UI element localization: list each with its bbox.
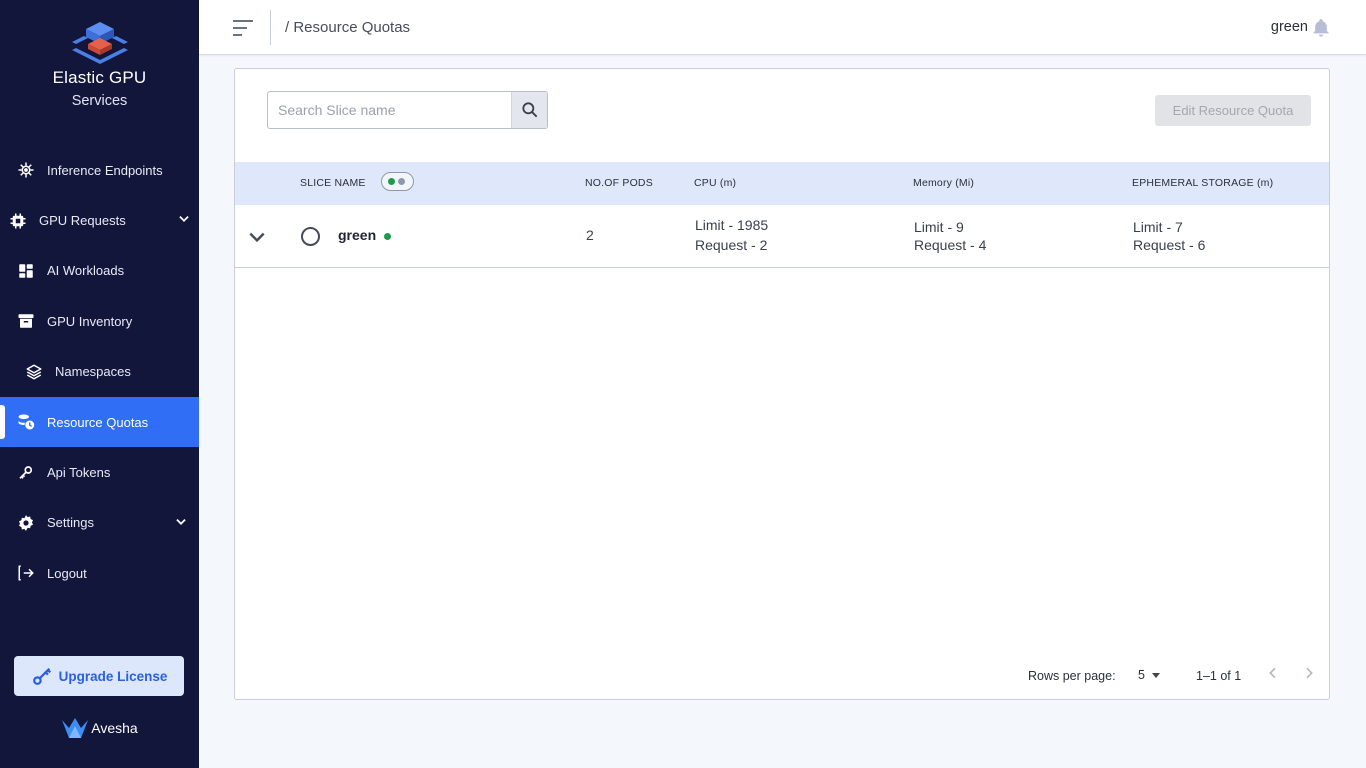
upgrade-license-label: Upgrade License <box>58 668 168 684</box>
storage-request: Request - 6 <box>1133 237 1206 253</box>
sidebar-item-label: Settings <box>47 515 94 531</box>
sidebar-item-gpu-requests[interactable]: GPU Requests <box>0 195 199 245</box>
chevron-down-icon[interactable] <box>247 227 267 247</box>
search-button[interactable] <box>511 92 547 128</box>
cpu-request: Request - 2 <box>695 237 768 253</box>
avesha-crown-icon <box>62 718 89 738</box>
search-icon <box>521 102 537 118</box>
edit-resource-quota-button[interactable]: Edit Resource Quota <box>1155 95 1311 126</box>
toggle-dot-active <box>388 178 395 185</box>
brand-subtitle: Services <box>71 93 128 109</box>
dashboard-icon <box>16 261 36 281</box>
menu-toggle-icon[interactable] <box>231 17 255 39</box>
cpu-limit: Limit - 1985 <box>695 217 769 233</box>
column-header-pods: NO.OF PODS <box>585 177 653 189</box>
toggle-dot-inactive <box>398 178 405 185</box>
sidebar-item-label: GPU Requests <box>39 213 126 229</box>
sidebar-item-label: GPU Inventory <box>47 313 133 329</box>
rows-per-page-label: Rows per page: <box>1028 669 1116 683</box>
table-row: green 2 Limit - 1985 Request - 2 Limit -… <box>235 205 1329 268</box>
slice-name: green <box>338 227 377 243</box>
column-header-storage: EPHEMERAL STORAGE (m) <box>1132 177 1274 189</box>
archive-icon <box>16 311 36 331</box>
resource-quotas-card: Edit Resource Quota SLICE NAME NO.OF POD… <box>234 68 1330 700</box>
chip-gear-icon <box>16 160 36 180</box>
status-toggle[interactable] <box>381 172 414 191</box>
search-box <box>267 91 548 129</box>
user-name[interactable]: green <box>1271 19 1308 35</box>
layers-icon <box>24 362 44 382</box>
header-divider <box>270 10 271 45</box>
sidebar: Elastic GPU Services Inference Endpoints… <box>0 0 199 768</box>
chip-icon <box>8 211 28 231</box>
search-input[interactable] <box>268 92 511 128</box>
memory-request: Request - 4 <box>914 237 987 253</box>
sidebar-item-api-tokens[interactable]: Api Tokens <box>0 447 199 497</box>
sidebar-item-label: AI Workloads <box>47 263 125 279</box>
elastic-gpu-logo-icon <box>71 22 128 64</box>
logout-icon <box>16 563 36 583</box>
chevron-left-icon[interactable] <box>1265 665 1281 681</box>
sidebar-item-namespaces[interactable]: Namespaces <box>0 347 199 397</box>
sidebar-nav: Inference Endpoints GPU Requests AI Work… <box>0 145 199 599</box>
status-dot <box>384 233 391 240</box>
sidebar-item-label: Api Tokens <box>47 465 111 481</box>
key-icon <box>32 667 51 685</box>
chevron-down-icon <box>176 518 186 525</box>
sidebar-item-label: Resource Quotas <box>47 414 149 430</box>
column-header-slice-name: SLICE NAME <box>300 177 366 189</box>
storage-limit: Limit - 7 <box>1133 219 1183 235</box>
pagination-range: 1–1 of 1 <box>1196 669 1242 683</box>
sidebar-item-label: Inference Endpoints <box>47 162 163 178</box>
key-icon <box>16 463 36 483</box>
gear-icon <box>16 513 36 533</box>
sidebar-item-inference-endpoints[interactable]: Inference Endpoints <box>0 145 199 195</box>
upgrade-license-button[interactable]: Upgrade License <box>14 656 184 696</box>
rows-per-page-select[interactable]: 5 <box>1138 668 1145 682</box>
table-header: SLICE NAME NO.OF PODS CPU (m) Memory (Mi… <box>235 162 1329 205</box>
row-select-radio[interactable] <box>301 227 320 246</box>
column-header-cpu: CPU (m) <box>694 177 737 189</box>
chevron-down-icon <box>179 216 189 223</box>
brand: Elastic GPU Services <box>0 20 199 109</box>
column-header-memory: Memory (Mi) <box>913 177 975 189</box>
avesha-logo: Avesha <box>0 716 199 740</box>
sidebar-item-label: Namespaces <box>55 364 131 380</box>
top-header: / Resource Quotas green <box>199 0 1366 55</box>
sidebar-item-ai-workloads[interactable]: AI Workloads <box>0 246 199 296</box>
chevron-right-icon[interactable] <box>1301 665 1317 681</box>
bell-icon[interactable] <box>1311 17 1331 38</box>
sidebar-item-logout[interactable]: Logout <box>0 548 199 598</box>
sidebar-item-resource-quotas[interactable]: Resource Quotas <box>0 396 199 448</box>
memory-limit: Limit - 9 <box>914 219 964 235</box>
brand-title: Elastic GPU <box>52 68 147 87</box>
pagination: Rows per page: 5 1–1 of 1 <box>235 665 1329 687</box>
sidebar-item-settings[interactable]: Settings <box>0 498 199 548</box>
quota-icon <box>16 412 36 432</box>
avesha-logo-text: Avesha <box>91 720 138 736</box>
caret-down-icon <box>1152 673 1160 678</box>
sidebar-item-label: Logout <box>47 565 87 581</box>
pods-count: 2 <box>586 227 594 243</box>
breadcrumb: / Resource Quotas <box>285 19 411 36</box>
sidebar-item-gpu-inventory[interactable]: GPU Inventory <box>0 296 199 346</box>
